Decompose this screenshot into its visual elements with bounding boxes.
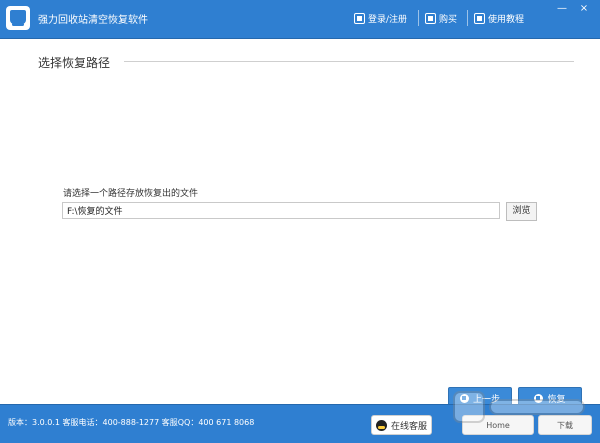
path-label: 请选择一个路径存放恢复出的文件 [63,189,199,199]
menu-divider [467,10,468,26]
tutorial-label: 使用教程 [488,14,525,25]
buy-menu[interactable]: 购买 [425,10,457,26]
page-title: 选择恢复路径 [38,56,111,70]
watermark-logo [453,391,585,423]
minimize-button[interactable]: — [554,3,570,15]
main-content: 选择恢复路径 请选择一个路径存放恢复出的文件 浏览 上一步 恢复 [0,39,600,409]
menu-divider [418,10,419,26]
book-icon [474,12,485,24]
buy-label: 购买 [439,14,458,25]
login-register-label: 登录/注册 [368,14,408,25]
browse-button[interactable]: 浏览 [506,202,537,221]
title-divider [124,61,574,62]
cart-icon [425,12,436,24]
online-support-label: 在线客服 [390,421,427,432]
title-bar: 强力回收站清空恢复软件 登录/注册 购买 使用教程 — × [0,0,600,39]
tutorial-menu[interactable]: 使用教程 [474,10,524,26]
qq-icon [375,419,387,431]
close-button[interactable]: × [576,3,592,15]
version-contact-info: 版本：3.0.0.1 客服电话：400-888-1277 客服QQ：400 67… [8,418,255,427]
recovery-path-input[interactable] [62,202,500,219]
app-title: 强力回收站清空恢复软件 [38,15,148,26]
recycle-bin-icon [6,6,30,30]
user-icon [354,12,365,24]
login-register-menu[interactable]: 登录/注册 [354,10,407,26]
online-support-button[interactable]: 在线客服 [371,415,432,435]
